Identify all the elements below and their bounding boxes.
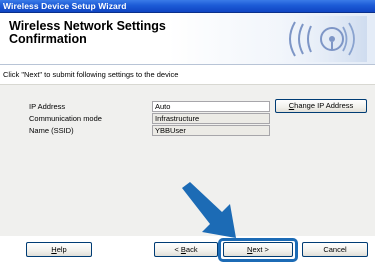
next-button[interactable]: Next >	[223, 242, 293, 257]
help-button[interactable]: Help	[26, 242, 92, 257]
ssid-field: YBBUser	[152, 125, 270, 136]
wireless-signal-icon	[255, 16, 367, 62]
window-title: Wireless Device Setup Wizard	[3, 1, 127, 11]
title-bar: Wireless Device Setup Wizard	[0, 0, 375, 13]
help-label-post: elp	[56, 245, 67, 254]
back-button[interactable]: < Back	[154, 242, 218, 257]
next-label-post: ext >	[252, 245, 269, 254]
ip-address-label: IP Address	[29, 102, 66, 111]
cancel-label-post: Cancel	[323, 245, 347, 254]
communication-mode-field: Infrastructure	[152, 113, 270, 124]
ssid-label: Name (SSID)	[29, 126, 74, 135]
ip-address-field: Auto	[152, 101, 270, 112]
wizard-header: Wireless Network Settings Confirmation	[0, 13, 375, 65]
instruction-text: Click "Next" to submit following setting…	[3, 70, 179, 79]
back-label-post: ack	[185, 245, 198, 254]
communication-mode-label: Communication mode	[29, 114, 102, 123]
cancel-button[interactable]: Cancel	[302, 242, 368, 257]
page-title: Wireless Network Settings Confirmation	[9, 19, 166, 46]
pointer-arrow-icon	[182, 182, 236, 238]
change-ip-address-button[interactable]: Change IP Address	[275, 99, 367, 113]
change-ip-label-post: hange IP Address	[294, 101, 354, 110]
